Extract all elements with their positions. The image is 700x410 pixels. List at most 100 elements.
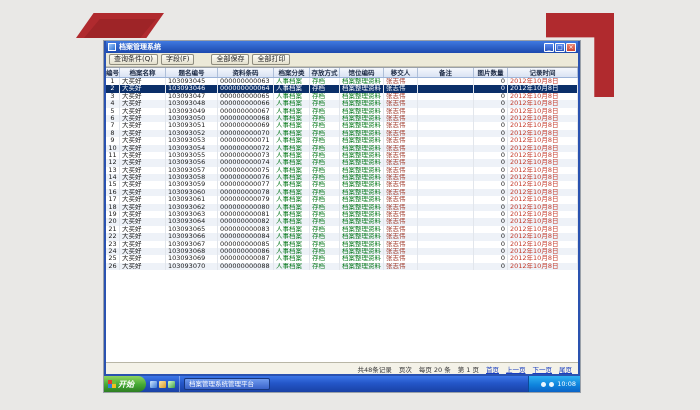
table-cell: 人事档案	[274, 248, 310, 255]
table-cell: 大买好	[120, 85, 166, 92]
table-cell	[418, 174, 474, 181]
table-cell: 0	[474, 241, 508, 248]
table-row[interactable]: 9大买好103093053000000000071人事档案存档档案整理资料张志伟…	[106, 137, 578, 144]
column-header[interactable]: 资料条码	[218, 68, 274, 77]
table-cell: 存档	[310, 122, 340, 129]
table-cell: 存档	[310, 241, 340, 248]
current-page-label: 第 1 页	[458, 364, 479, 374]
table-cell: 人事档案	[274, 115, 310, 122]
table-cell: 档案整理资料	[340, 255, 384, 262]
table-row[interactable]: 15大买好103093059000000000077人事档案存档档案整理资料张志…	[106, 181, 578, 188]
table-row[interactable]: 10大买好103093054000000000072人事档案存档档案整理资料张志…	[106, 145, 578, 152]
table-cell: 2012年10月8日	[508, 196, 578, 203]
column-header[interactable]: 记录时间	[508, 68, 578, 77]
table-cell: 000000000063	[218, 78, 274, 85]
next-page-link[interactable]: 下一页	[533, 364, 553, 374]
table-row[interactable]: 6大买好103093050000000000068人事档案存档档案整理资料张志伟…	[106, 115, 578, 122]
table-cell: 人事档案	[274, 174, 310, 181]
column-header[interactable]: 图片数量	[474, 68, 508, 77]
table-row[interactable]: 24大买好103093068000000000086人事档案存档档案整理资料张志…	[106, 248, 578, 255]
table-row[interactable]: 7大买好103093051000000000069人事档案存档档案整理资料张志伟…	[106, 122, 578, 129]
table-cell: 张志伟	[384, 78, 418, 85]
table-cell	[418, 130, 474, 137]
table-row[interactable]: 3大买好103093047000000000065人事档案存档档案整理资料张志伟…	[106, 93, 578, 100]
table-row[interactable]: 8大买好103093052000000000070人事档案存档档案整理资料张志伟…	[106, 130, 578, 137]
table-row[interactable]: 2大买好103093046000000000064人事档案存档档案整理资料张志伟…	[106, 85, 578, 92]
table-cell: 0	[474, 181, 508, 188]
fields-button[interactable]: 字段(F)	[161, 54, 195, 65]
table-row[interactable]: 19大买好103093063000000000081人事档案存档档案整理资料张志…	[106, 211, 578, 218]
tray-network-icon[interactable]	[549, 382, 554, 387]
table-cell: 档案整理资料	[340, 233, 384, 240]
column-header[interactable]: 存放方式	[310, 68, 340, 77]
close-button[interactable]: ×	[566, 43, 576, 52]
maximize-button[interactable]: □	[555, 43, 565, 52]
table-cell: 人事档案	[274, 122, 310, 129]
table-cell: 档案整理资料	[340, 85, 384, 92]
table-row[interactable]: 13大买好103093057000000000075人事档案存档档案整理资料张志…	[106, 167, 578, 174]
table-cell: 存档	[310, 181, 340, 188]
app-window: 档案管理系统 _ □ × 查询条件(Q) 字段(F) 全部保存 全部打印 编号档…	[104, 41, 580, 376]
table-cell: 张志伟	[384, 122, 418, 129]
table-row[interactable]: 5大买好103093049000000000067人事档案存档档案整理资料张志伟…	[106, 108, 578, 115]
table-cell: 大买好	[120, 115, 166, 122]
column-header[interactable]: 档案名称	[120, 68, 166, 77]
table-cell	[418, 248, 474, 255]
save-all-button[interactable]: 全部保存	[211, 54, 249, 65]
table-cell	[418, 159, 474, 166]
table-row[interactable]: 11大买好103093055000000000073人事档案存档档案整理资料张志…	[106, 152, 578, 159]
table-row[interactable]: 21大买好103093065000000000083人事档案存档档案整理资料张志…	[106, 226, 578, 233]
table-row[interactable]: 26大买好103093070000000000088人事档案存档档案整理资料张志…	[106, 263, 578, 270]
start-button[interactable]: 开始	[104, 376, 146, 392]
taskbar-window-button[interactable]: 档案管理系统管理平台	[184, 378, 270, 390]
quick-launch-app-icon[interactable]	[168, 381, 175, 388]
table-row[interactable]: 14大买好103093058000000000076人事档案存档档案整理资料张志…	[106, 174, 578, 181]
table-cell: 张志伟	[384, 100, 418, 107]
table-cell: 张志伟	[384, 196, 418, 203]
table-row[interactable]: 25大买好103093069000000000087人事档案存档档案整理资料张志…	[106, 255, 578, 262]
column-header[interactable]: 馆位编码	[340, 68, 384, 77]
print-all-button[interactable]: 全部打印	[252, 54, 290, 65]
table-cell: 0	[474, 122, 508, 129]
column-header[interactable]: 移交人	[384, 68, 418, 77]
table-cell: 人事档案	[274, 137, 310, 144]
prev-page-link[interactable]: 上一页	[506, 364, 526, 374]
table-cell: 0	[474, 263, 508, 270]
taskbar-spacer	[270, 376, 528, 392]
column-header[interactable]: 备注	[418, 68, 474, 77]
first-page-link[interactable]: 首页	[486, 364, 499, 374]
table-cell: 000000000067	[218, 108, 274, 115]
tray-clock[interactable]: 10:08	[557, 380, 576, 388]
table-cell: 张志伟	[384, 241, 418, 248]
table-cell: 103093049	[166, 108, 218, 115]
table-cell: 2012年10月8日	[508, 226, 578, 233]
column-header[interactable]: 题名编号	[166, 68, 218, 77]
quick-launch-browser-icon[interactable]	[150, 381, 157, 388]
quick-launch-folder-icon[interactable]	[159, 381, 166, 388]
last-page-link[interactable]: 尾页	[559, 364, 572, 374]
window-titlebar[interactable]: 档案管理系统 _ □ ×	[106, 41, 578, 53]
table-cell: 14	[106, 174, 120, 181]
minimize-button[interactable]: _	[544, 43, 554, 52]
table-row[interactable]: 20大买好103093064000000000082人事档案存档档案整理资料张志…	[106, 218, 578, 225]
table-cell: 存档	[310, 196, 340, 203]
table-row[interactable]: 18大买好103093062000000000080人事档案存档档案整理资料张志…	[106, 204, 578, 211]
table-cell: 2012年10月8日	[508, 204, 578, 211]
table-cell: 人事档案	[274, 93, 310, 100]
table-row[interactable]: 12大买好103093056000000000074人事档案存档档案整理资料张志…	[106, 159, 578, 166]
column-header[interactable]: 档案分类	[274, 68, 310, 77]
table-row[interactable]: 16大买好103093060000000000078人事档案存档档案整理资料张志…	[106, 189, 578, 196]
table-cell: 19	[106, 211, 120, 218]
tray-volume-icon[interactable]	[541, 382, 546, 387]
table-row[interactable]: 4大买好103093048000000000066人事档案存档档案整理资料张志伟…	[106, 100, 578, 107]
column-header[interactable]: 编号	[106, 68, 120, 77]
query-condition-button[interactable]: 查询条件(Q)	[109, 54, 158, 65]
table-row[interactable]: 1大买好103093045000000000063人事档案存档档案整理资料张志伟…	[106, 78, 578, 85]
table-cell: 档案整理资料	[340, 93, 384, 100]
table-cell: 0	[474, 204, 508, 211]
table-row[interactable]: 17大买好103093061000000000079人事档案存档档案整理资料张志…	[106, 196, 578, 203]
table-cell: 4	[106, 100, 120, 107]
table-cell: 103093058	[166, 174, 218, 181]
table-row[interactable]: 22大买好103093066000000000084人事档案存档档案整理资料张志…	[106, 233, 578, 240]
table-row[interactable]: 23大买好103093067000000000085人事档案存档档案整理资料张志…	[106, 241, 578, 248]
